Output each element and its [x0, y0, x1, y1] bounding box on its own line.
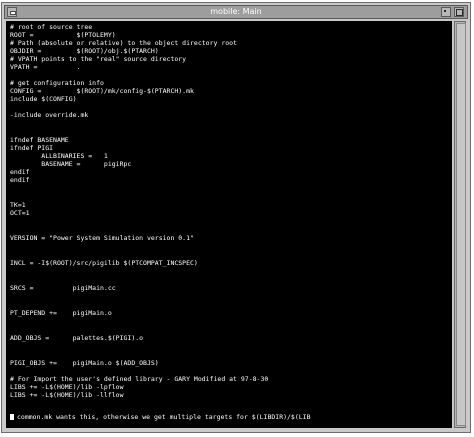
terminal-line: TK=1	[10, 201, 26, 209]
terminal-line: ROOT = $(PTOLEMY)	[10, 31, 116, 39]
terminal-line: LIBS += -L$(HOME)/lib -llflow	[10, 391, 124, 399]
vertical-scrollbar[interactable]	[454, 21, 466, 428]
terminal-line: endif	[10, 168, 30, 176]
terminal-line: OCT=1	[10, 209, 30, 217]
terminal-line: # VPATH points to the "real" source dire…	[10, 55, 187, 63]
maximize-button[interactable]	[454, 7, 464, 17]
scrollbar-thumb[interactable]	[456, 23, 466, 426]
terminal-line: LIBS += -L$(HOME)/lib -lpflow	[10, 383, 124, 391]
terminal-line: common.mk wants this, otherwise we get m…	[17, 413, 311, 421]
terminal-line: PIGI_OBJS += pigiMain.o $(ADD_OBJS)	[10, 359, 159, 367]
terminal-line: # For Import the user's defined library …	[10, 375, 269, 383]
terminal-prompt-line: common.mk wants this, otherwise we get m…	[10, 413, 311, 421]
terminal-line: ifndef PIGI	[10, 144, 54, 152]
minimize-button[interactable]	[441, 7, 451, 17]
terminal-line: ALLBINARIES = 1	[10, 152, 108, 160]
terminal-line: CONFIG = $(ROOT)/mk/config-$(PTARCH).mk	[10, 87, 194, 95]
terminal-line: VERSION = "Power System Simulation versi…	[10, 234, 194, 242]
terminal-window: mobile: Main # root of source tree ROOT …	[1, 2, 471, 433]
terminal-line: # Path (absolute or relative) to the obj…	[10, 39, 237, 47]
terminal-line: # get configuration info	[10, 79, 104, 87]
title-bar[interactable]: mobile: Main	[4, 5, 468, 19]
terminal-line: PT_DEPEND += pigiMain.o	[10, 309, 112, 317]
terminal-line: endif	[10, 176, 30, 184]
terminal-text-area[interactable]: # root of source tree ROOT = $(PTOLEMY) …	[6, 21, 452, 428]
terminal-line: include $(CONFIG)	[10, 95, 77, 103]
text-cursor	[10, 414, 14, 420]
terminal-line: -include override.mk	[10, 111, 89, 119]
terminal-line: BASENAME = pigiRpc	[10, 160, 132, 168]
window-title: mobile: Main	[210, 7, 262, 16]
terminal-line: SRCS = pigiMain.cc	[10, 284, 116, 292]
terminal-line: INCL = -I$(ROOT)/src/pigilib $(PTCOMPAT_…	[10, 259, 198, 267]
terminal-line: ifndef BASENAME	[10, 136, 69, 144]
terminal-line: VPATH = .	[10, 63, 81, 71]
terminal-line: # root of source tree	[10, 23, 93, 31]
terminal-line: ADD_OBJS = palettes.$(PIGI).o	[10, 334, 144, 342]
terminal-line: OBJDIR = $(ROOT)/obj.$(PTARCH)	[10, 47, 159, 55]
